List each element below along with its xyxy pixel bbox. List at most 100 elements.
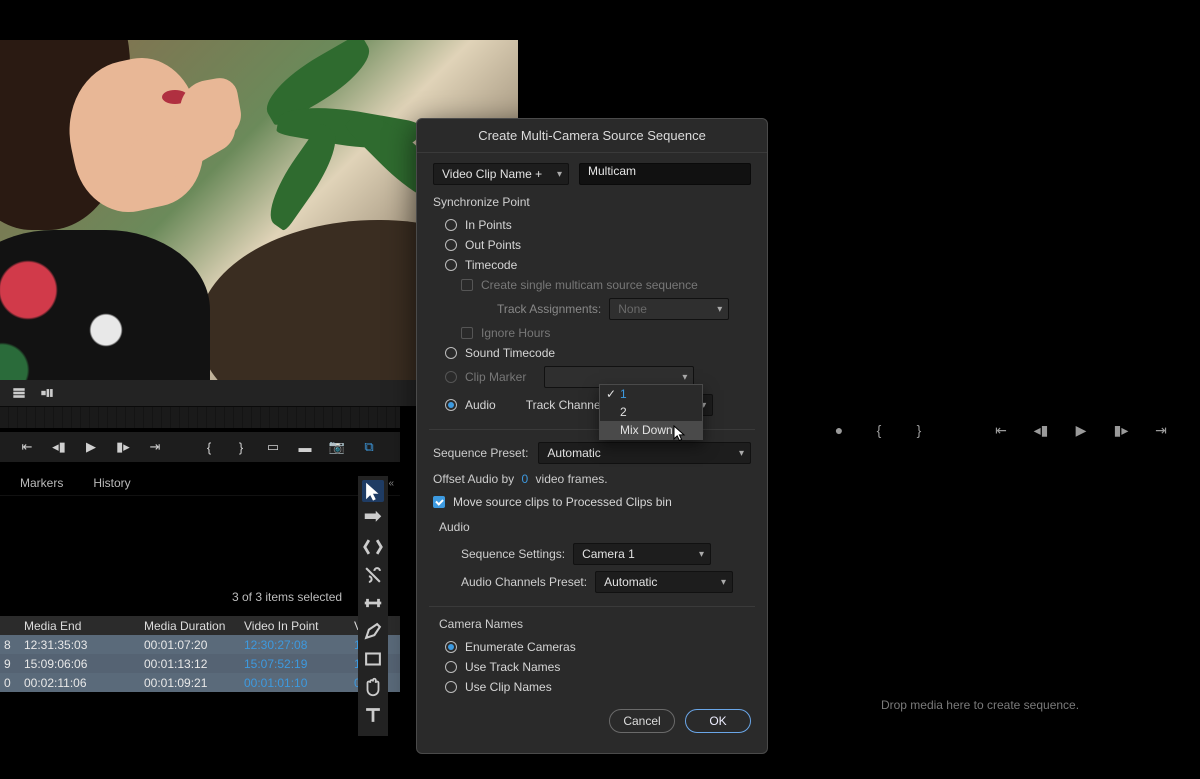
divider xyxy=(429,606,755,607)
sync-out-points-option[interactable]: Out Points xyxy=(433,235,751,255)
divider xyxy=(429,429,755,430)
razor-tool-icon[interactable] xyxy=(362,564,384,586)
drag-handle-icon[interactable] xyxy=(38,384,56,402)
ripple-edit-tool-icon[interactable] xyxy=(362,536,384,558)
move-source-clips-checkbox[interactable]: Move source clips to Processed Clips bin xyxy=(433,492,751,512)
add-marker-icon[interactable]: ● xyxy=(830,422,848,438)
play-icon[interactable]: ▶ xyxy=(1072,422,1090,439)
tab-markers[interactable]: Markers xyxy=(20,470,63,495)
cancel-button[interactable]: Cancel xyxy=(609,709,675,733)
sync-in-points-option[interactable]: In Points xyxy=(433,215,751,235)
audio-channels-preset-dropdown[interactable]: Automatic▾ xyxy=(595,571,733,593)
chevron-down-icon: ▾ xyxy=(699,549,704,560)
slip-tool-icon[interactable] xyxy=(362,592,384,614)
create-single-multicam-checkbox: Create single multicam source sequence xyxy=(433,275,751,295)
step-forward-icon[interactable]: ▮▸ xyxy=(1112,422,1130,439)
camera-names-label: Camera Names xyxy=(433,617,751,631)
radio-icon xyxy=(445,219,457,231)
insert-icon[interactable]: ▭ xyxy=(264,439,282,455)
sync-sound-timecode-option[interactable]: Sound Timecode xyxy=(433,343,751,363)
mark-out-icon[interactable]: } xyxy=(232,440,250,455)
mark-in-icon[interactable]: { xyxy=(870,422,888,438)
col-video-in[interactable]: Video In Point xyxy=(236,619,346,633)
radio-selected-icon xyxy=(445,641,457,653)
track-assignments-dropdown: None▾ xyxy=(609,298,729,320)
timeline-ruler[interactable] xyxy=(0,406,400,428)
mark-in-icon[interactable]: { xyxy=(200,440,218,455)
track-select-tool-icon[interactable] xyxy=(362,508,384,530)
table-row[interactable]: 000:02:11:0600:01:09:2100:01:01:100 xyxy=(0,673,400,692)
checkbox-checked-icon xyxy=(433,496,445,508)
col-media-end[interactable]: Media End xyxy=(16,619,136,633)
go-to-in-icon[interactable]: ⇤ xyxy=(992,422,1010,439)
radio-icon xyxy=(445,347,457,359)
radio-icon xyxy=(445,259,457,271)
sequence-preset-dropdown[interactable]: Automatic▾ xyxy=(538,442,751,464)
hand-tool-icon[interactable] xyxy=(362,676,384,698)
chevron-down-icon: ▾ xyxy=(721,577,726,588)
sync-point-label: Synchronize Point xyxy=(433,195,751,209)
selection-tool-icon[interactable] xyxy=(362,480,384,502)
chevron-down-icon: ▾ xyxy=(717,304,722,315)
source-transport-controls: ⇤ ◂▮ ▶ ▮▸ ⇥ { } ▭ ▬ 📷 ⧉ xyxy=(0,432,400,462)
export-frame-icon[interactable]: 📷 xyxy=(328,439,346,455)
use-clip-names-option[interactable]: Use Clip Names xyxy=(433,677,751,697)
use-track-names-option[interactable]: Use Track Names xyxy=(433,657,751,677)
project-panel-table[interactable]: Media End Media Duration Video In Point … xyxy=(0,616,400,692)
sync-timecode-option[interactable]: Timecode xyxy=(433,255,751,275)
ok-button[interactable]: OK xyxy=(685,709,751,733)
go-to-out-icon[interactable]: ⇥ xyxy=(1152,422,1170,439)
track-channel-label: Track Channel xyxy=(526,398,604,412)
dropdown-item[interactable]: 2 xyxy=(600,403,702,421)
play-icon[interactable]: ▶ xyxy=(82,439,100,455)
audio-channels-preset-label: Audio Channels Preset: xyxy=(461,575,587,589)
chevron-down-icon: ▾ xyxy=(682,372,687,383)
step-back-icon[interactable]: ◂▮ xyxy=(1032,422,1050,439)
go-to-in-icon[interactable]: ⇤ xyxy=(18,439,36,455)
enumerate-cameras-option[interactable]: Enumerate Cameras xyxy=(433,637,751,657)
table-header: Media End Media Duration Video In Point … xyxy=(0,616,400,635)
offset-audio-value[interactable]: 0 xyxy=(518,472,533,486)
go-to-out-icon[interactable]: ⇥ xyxy=(146,439,164,455)
type-tool-icon[interactable] xyxy=(362,704,384,726)
ignore-hours-checkbox: Ignore Hours xyxy=(433,323,751,343)
selection-count-label: 3 of 3 items selected xyxy=(232,590,342,604)
step-forward-icon[interactable]: ▮▸ xyxy=(114,439,132,455)
pen-tool-icon[interactable] xyxy=(362,620,384,642)
table-row[interactable]: 915:09:06:0600:01:13:1215:07:52:191 xyxy=(0,654,400,673)
col-media-duration[interactable]: Media Duration xyxy=(136,619,236,633)
comparison-view-icon[interactable]: ⧉ xyxy=(360,439,378,455)
radio-selected-icon xyxy=(445,399,457,411)
mouse-cursor-icon xyxy=(672,425,688,444)
panel-tabs: Markers History xyxy=(0,470,400,496)
table-row[interactable]: 812:31:35:0300:01:07:2012:30:27:081 xyxy=(0,635,400,654)
track-assignments-label: Track Assignments: xyxy=(497,302,601,316)
create-multicam-dialog: Create Multi-Camera Source Sequence Vide… xyxy=(416,118,768,754)
step-back-icon[interactable]: ◂▮ xyxy=(50,439,68,455)
chevron-down-icon: ▾ xyxy=(557,169,562,180)
checkbox-icon xyxy=(461,279,473,291)
panel-menu-chevron-icon[interactable]: « xyxy=(388,478,394,489)
radio-icon xyxy=(445,371,457,383)
sync-clip-marker-option: Clip Marker ▾ xyxy=(433,363,751,391)
sequence-settings-label: Sequence Settings: xyxy=(461,547,565,561)
sequence-name-input[interactable]: Multicam xyxy=(579,163,751,185)
overwrite-icon[interactable]: ▬ xyxy=(296,440,314,455)
rectangle-tool-icon[interactable] xyxy=(362,648,384,670)
tool-palette: « xyxy=(358,476,388,736)
dialog-title: Create Multi-Camera Source Sequence xyxy=(417,119,767,153)
sequence-preset-label: Sequence Preset: xyxy=(433,446,528,460)
program-transport-controls: ● { } ⇤ ◂▮ ▶ ▮▸ ⇥ ⬚ ⧉ xyxy=(830,418,1200,442)
sequence-settings-dropdown[interactable]: Camera 1▾ xyxy=(573,543,711,565)
mark-out-icon[interactable]: } xyxy=(910,422,928,438)
audio-section-label: Audio xyxy=(433,520,751,534)
offset-audio-label-pre: Offset Audio by xyxy=(433,472,514,486)
radio-icon xyxy=(445,661,457,673)
name-mode-dropdown[interactable]: Video Clip Name + ▾ xyxy=(433,163,569,185)
list-view-icon[interactable] xyxy=(10,384,28,402)
tab-history[interactable]: History xyxy=(93,470,130,495)
sync-audio-option[interactable]: Audio Track Channel 1▾ xyxy=(433,391,751,419)
dropdown-item[interactable]: ✓1 xyxy=(600,385,702,403)
person-graphic xyxy=(0,40,230,380)
name-mode-value: Video Clip Name + xyxy=(442,167,542,181)
